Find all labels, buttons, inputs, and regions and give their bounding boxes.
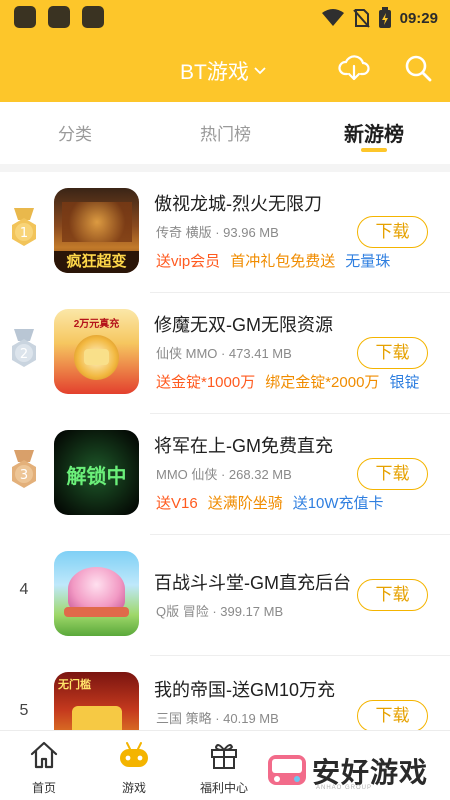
- thumbnail-text: 2万元真充: [73, 319, 120, 330]
- game-title[interactable]: 我的帝国-送GM10万充: [154, 676, 335, 702]
- game-meta: Q版 冒险 · 399.17 MB: [156, 604, 284, 619]
- battery-icon: [378, 7, 391, 28]
- category-dropdown[interactable]: BT游戏: [180, 56, 267, 86]
- gamepad-logo-icon: [268, 755, 306, 785]
- gamepad-icon: [120, 742, 148, 767]
- tab-bar: 分类 热门榜 新游榜: [0, 102, 450, 164]
- game-thumbnail[interactable]: 解锁中: [54, 430, 139, 515]
- game-meta: 仙侠 MMO · 473.41 MB: [156, 346, 292, 361]
- status-right: 09:29: [321, 6, 438, 30]
- game-tags: 送金锭*1000万 绑定金锭*2000万 银锭: [156, 371, 419, 392]
- chevron-down-icon: [254, 67, 266, 75]
- header: BT游戏: [0, 50, 450, 86]
- tab-new[interactable]: 新游榜: [344, 118, 404, 147]
- nav-welfare[interactable]: 福利中心: [184, 731, 264, 800]
- notification-icon: [48, 6, 70, 28]
- tag: 送vip会员: [156, 253, 221, 270]
- nav-label: 福利中心: [199, 781, 248, 795]
- search-icon[interactable]: [402, 52, 434, 84]
- nav-home[interactable]: 首页: [4, 731, 84, 800]
- tag: 银锭: [389, 374, 420, 391]
- tag: 送满阶坐骑: [207, 495, 283, 512]
- status-time: 09:29: [399, 9, 438, 27]
- home-icon: [30, 741, 58, 769]
- divider: [0, 164, 450, 172]
- game-list[interactable]: 1 疯狂超变 傲视龙城-烈火无限刀 传奇 横版 · 93.96 MB 送vip会…: [0, 172, 450, 730]
- download-manager-icon[interactable]: [338, 52, 370, 84]
- download-button[interactable]: 下载: [357, 700, 428, 730]
- game-thumbnail[interactable]: [54, 551, 139, 636]
- tag: 绑定金锭*2000万: [265, 374, 380, 391]
- active-tab-indicator: [361, 148, 387, 152]
- rank-number: 3: [20, 468, 28, 483]
- gold-medal-icon: 1: [12, 208, 36, 246]
- game-meta: 传奇 横版 · 93.96 MB: [156, 225, 279, 240]
- tag: 送10W充值卡: [292, 495, 384, 512]
- list-item[interactable]: 3 解锁中 将军在上-GM免费直充 MMO 仙侠 · 268.32 MB 送V1…: [0, 414, 450, 535]
- tag: 送V16: [156, 495, 198, 512]
- silver-medal-icon: 2: [12, 329, 36, 367]
- bronze-medal-icon: 3: [12, 450, 36, 488]
- list-item[interactable]: 1 疯狂超变 傲视龙城-烈火无限刀 传奇 横版 · 93.96 MB 送vip会…: [0, 172, 450, 293]
- game-thumbnail[interactable]: 疯狂超变: [54, 188, 139, 273]
- game-title[interactable]: 修魔无双-GM无限资源: [154, 311, 333, 337]
- thumbnail-text: 无门槛: [58, 679, 91, 691]
- tab-category[interactable]: 分类: [58, 120, 92, 145]
- watermark-subtext: ANHAO GROUP: [316, 785, 373, 791]
- notification-icon: [82, 6, 104, 28]
- thumbnail-text: 疯狂超变: [66, 253, 127, 270]
- download-button[interactable]: 下载: [357, 216, 428, 248]
- nav-label: 游戏: [121, 781, 146, 795]
- game-meta: MMO 仙侠 · 268.32 MB: [156, 467, 292, 482]
- tag: 无量珠: [345, 253, 391, 270]
- no-sim-icon: [352, 9, 370, 28]
- download-button[interactable]: 下载: [357, 337, 428, 369]
- top-bar: 09:29 BT游戏: [0, 0, 450, 102]
- rank-number: 2: [20, 347, 28, 362]
- game-title[interactable]: 百战斗斗堂-GM直充后台: [154, 569, 351, 595]
- tag: 首冲礼包免费送: [230, 253, 336, 270]
- game-title[interactable]: 将军在上-GM免费直充: [154, 432, 333, 458]
- page-title: BT游戏: [180, 61, 249, 84]
- list-item[interactable]: 2 2万元真充 修魔无双-GM无限资源 仙侠 MMO · 473.41 MB 送…: [0, 293, 450, 414]
- rank-number: 4: [19, 581, 29, 598]
- game-title[interactable]: 傲视龙城-烈火无限刀: [154, 190, 322, 216]
- notification-icon: [14, 6, 36, 28]
- game-thumbnail[interactable]: 2万元真充: [54, 309, 139, 394]
- nav-games[interactable]: 游戏: [94, 731, 174, 800]
- watermark-logo: 安好游戏 ANHAO GROUP: [264, 745, 450, 795]
- rank-number: 5: [19, 702, 29, 719]
- game-tags: 送V16 送满阶坐骑 送10W充值卡: [156, 492, 384, 513]
- tag: 送金锭*1000万: [156, 374, 256, 391]
- wifi-icon: [321, 9, 344, 26]
- thumbnail-text: 解锁中: [66, 466, 127, 488]
- list-item[interactable]: 5 无门槛 我的帝国-送GM10万充 三国 策略 · 40.19 MB 下载: [0, 656, 450, 730]
- status-bar: 09:29: [0, 0, 450, 36]
- tab-hot[interactable]: 热门榜: [200, 120, 251, 145]
- download-button[interactable]: 下载: [357, 579, 428, 611]
- list-item[interactable]: 4 百战斗斗堂-GM直充后台 Q版 冒险 · 399.17 MB 下载: [0, 535, 450, 656]
- gift-icon: [211, 744, 237, 769]
- download-button[interactable]: 下载: [357, 458, 428, 490]
- nav-label: 首页: [31, 781, 56, 795]
- game-thumbnail[interactable]: 无门槛: [54, 672, 139, 730]
- rank-number: 1: [20, 226, 28, 241]
- game-meta: 三国 策略 · 40.19 MB: [156, 711, 279, 726]
- game-tags: 送vip会员 首冲礼包免费送 无量珠: [156, 250, 390, 271]
